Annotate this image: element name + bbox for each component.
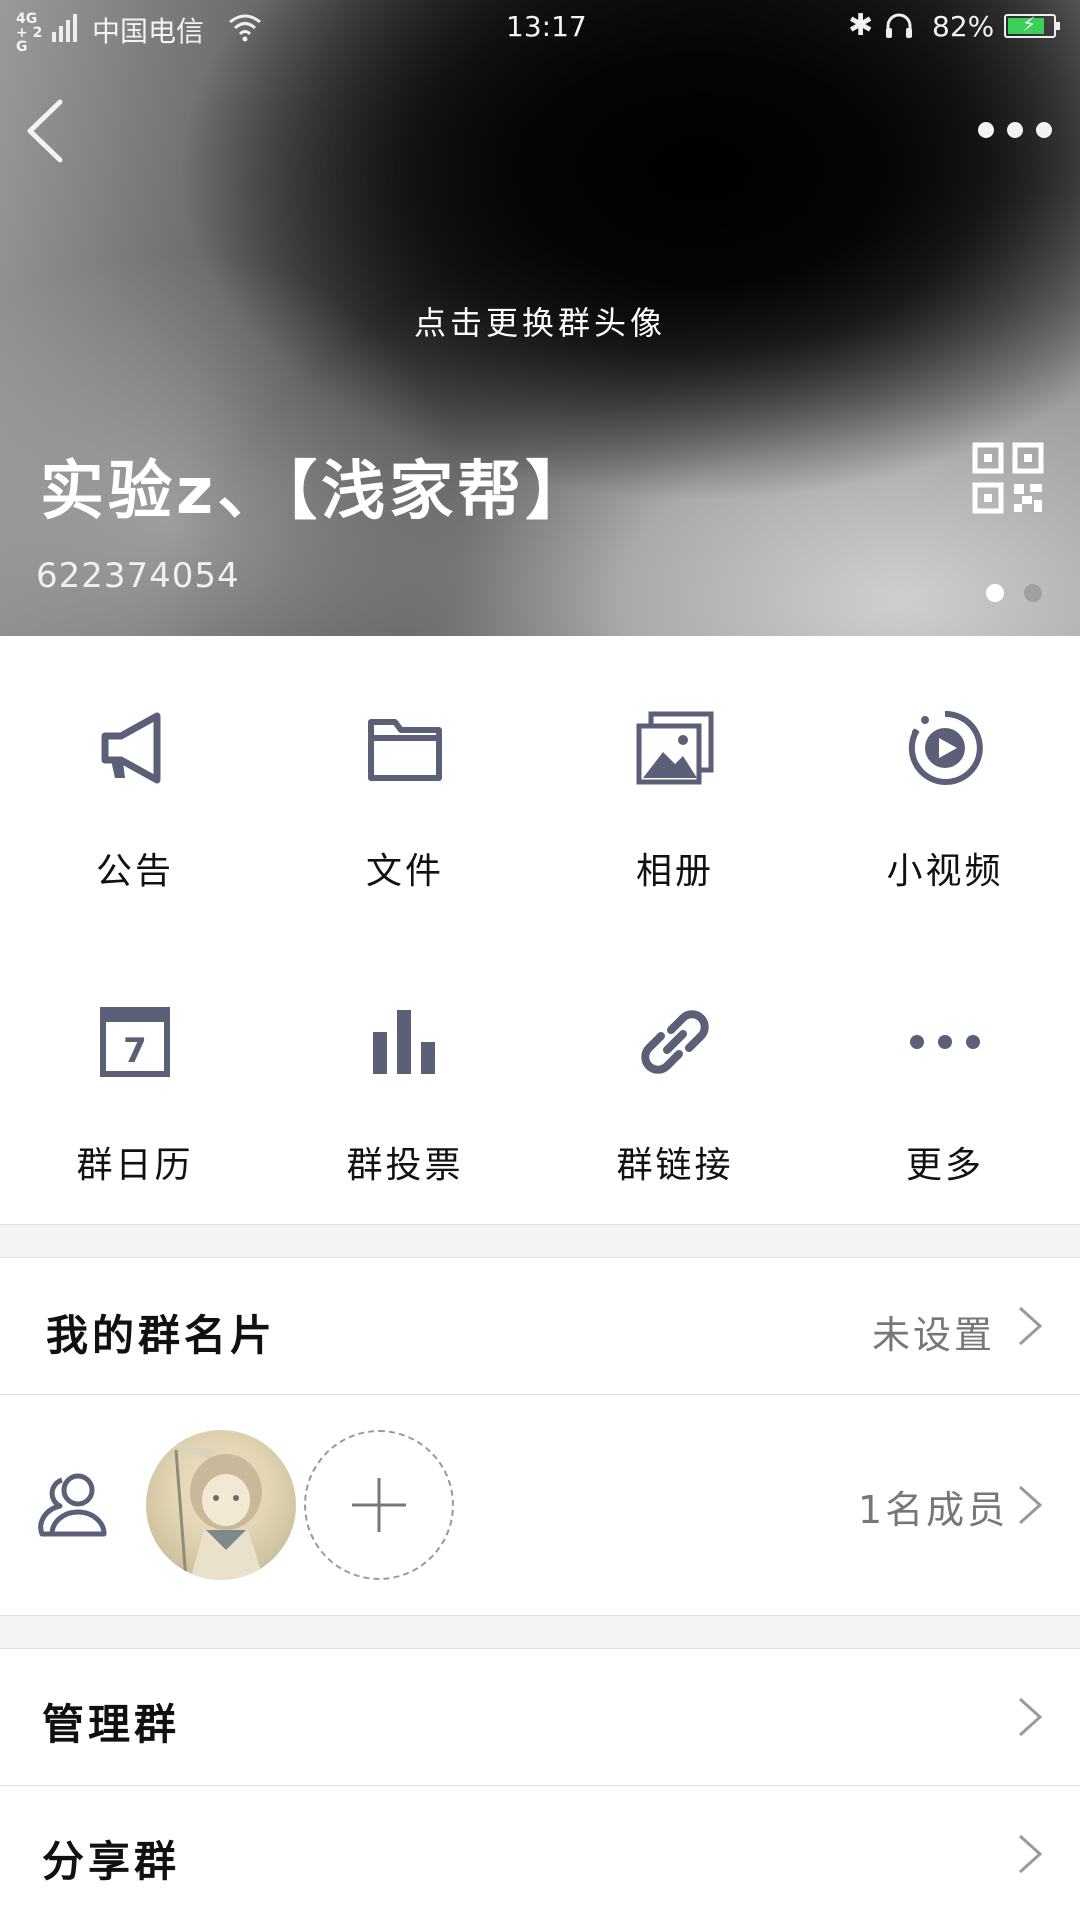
status-bar: 4G+ 2G 中国电信 13:17 ✱ 82% ⚡	[0, 0, 1080, 56]
chevron-right-icon	[1018, 1485, 1043, 1525]
more-options-button[interactable]	[978, 118, 1052, 142]
feature-label: 群投票	[346, 1145, 464, 1186]
chevron-right-icon	[1018, 1306, 1043, 1346]
feature-label: 公告	[95, 851, 174, 892]
feature-label: 更多	[905, 1145, 984, 1186]
bluetooth-icon: ✱	[848, 8, 874, 43]
more-features-button[interactable]: 更多	[810, 930, 1080, 1224]
album-button[interactable]: 相册	[540, 636, 810, 930]
group-id: 622374054	[36, 556, 240, 596]
feature-grid: 公告 文件 相册 小视频 7 群日历 群投票 群链接 更多	[0, 636, 1080, 1224]
group-calendar-button[interactable]: 7 群日历	[0, 930, 270, 1224]
carrier-name: 中国电信	[92, 15, 205, 48]
headset-icon	[886, 13, 912, 38]
row-title: 我的群名片	[46, 1311, 277, 1360]
feature-label: 群日历	[76, 1145, 194, 1186]
wifi-icon	[229, 14, 261, 42]
megaphone-icon	[101, 712, 161, 784]
link-icon	[641, 1010, 709, 1074]
share-group-row[interactable]: 分享群	[0, 1786, 1080, 1920]
member-count: 1名成员	[858, 1488, 1009, 1532]
page-dot	[986, 584, 1004, 602]
section-separator	[0, 1224, 1080, 1258]
files-button[interactable]: 文件	[270, 636, 540, 930]
feature-label: 小视频	[886, 851, 1004, 892]
battery-percent: 82%	[932, 10, 995, 43]
album-icon	[636, 711, 714, 785]
members-icon	[38, 1473, 107, 1537]
chevron-right-icon	[1018, 1697, 1043, 1737]
announcement-button[interactable]: 公告	[0, 636, 270, 930]
avatar-image	[156, 1440, 264, 1580]
qr-code-icon[interactable]	[972, 442, 1044, 514]
section-separator	[0, 1615, 1080, 1649]
row-value: 未设置	[872, 1313, 996, 1357]
group-name: 实验z、【浅家帮】	[40, 455, 594, 529]
row-title: 分享群	[42, 1837, 181, 1886]
calendar-day: 7	[123, 1031, 147, 1071]
plus-icon	[352, 1478, 406, 1532]
add-member-button[interactable]	[304, 1430, 454, 1580]
more-icon	[910, 1035, 980, 1049]
group-link-button[interactable]: 群链接	[540, 930, 810, 1224]
change-avatar-link[interactable]: 点击更换群头像	[0, 298, 1080, 344]
calendar-icon: 7	[100, 1007, 170, 1077]
feature-label: 相册	[635, 851, 714, 892]
member-avatar[interactable]	[146, 1430, 296, 1580]
chevron-right-icon	[1018, 1834, 1043, 1874]
my-group-card-row[interactable]: 我的群名片 未设置	[0, 1258, 1080, 1394]
vote-icon	[373, 1010, 435, 1074]
row-title: 管理群	[42, 1700, 181, 1749]
short-video-button[interactable]: 小视频	[810, 636, 1080, 930]
back-button[interactable]	[22, 96, 72, 166]
clock: 13:17	[506, 10, 587, 43]
feature-label: 文件	[365, 851, 444, 892]
feature-label: 群链接	[616, 1145, 734, 1186]
manage-group-row[interactable]: 管理群	[0, 1649, 1080, 1785]
page-dot	[1024, 584, 1042, 602]
network-type: 4G+ 2G	[16, 11, 43, 55]
battery-icon: ⚡	[1004, 12, 1060, 38]
signal-icon	[52, 12, 82, 42]
folder-icon	[368, 719, 442, 781]
group-vote-button[interactable]: 群投票	[270, 930, 540, 1224]
video-icon	[908, 710, 983, 785]
